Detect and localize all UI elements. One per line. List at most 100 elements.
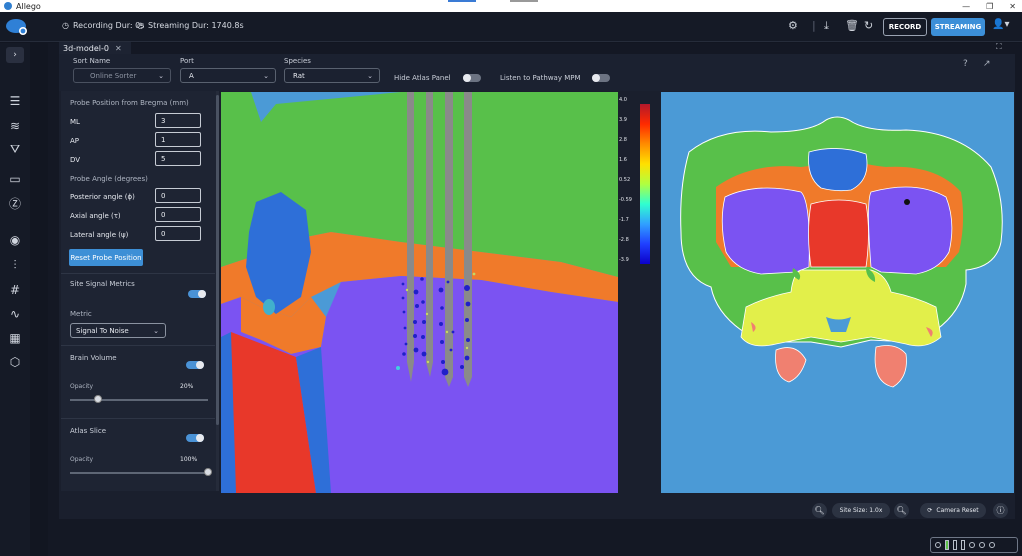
zoom-in-button[interactable]: 🔍︎ (894, 503, 909, 518)
streaming-button[interactable]: STREAMING (931, 18, 985, 36)
atlas-slice-toggle[interactable] (186, 434, 204, 442)
section-divider (61, 418, 215, 419)
opacity-label: Opacity (70, 383, 94, 390)
posterior-angle-input[interactable]: 0 (155, 188, 201, 203)
open-external-icon[interactable]: ↗ (983, 59, 991, 69)
camera-reset-icon: ⟳ (927, 507, 933, 514)
array-grid-icon[interactable]: ▦ (7, 330, 23, 346)
port-select[interactable]: A ⌄ (180, 68, 276, 83)
window-titlebar: Allego — ❐ ✕ (0, 0, 1022, 12)
species-label: Species (284, 57, 311, 65)
hide-atlas-label: Hide Atlas Panel (394, 74, 451, 82)
title-indicator-2 (510, 0, 538, 2)
channel-indicator (953, 540, 957, 550)
clock-icon: ◷ (137, 21, 144, 30)
maximize-panel-icon[interactable]: ⛶ (996, 42, 1002, 52)
dv-label: DV (70, 156, 81, 164)
info-button[interactable]: ⓘ (993, 503, 1008, 518)
impedance-z-icon[interactable]: Ⓩ (7, 195, 23, 211)
ap-input[interactable]: 1 (155, 132, 201, 147)
axial-angle-input[interactable]: 0 (155, 207, 201, 222)
colorbar-tick: 2.8 (619, 137, 627, 143)
tab-3d-model[interactable]: 3d-model-0 ✕ (59, 42, 131, 54)
recording-site-cyan (396, 366, 400, 370)
atlas-striatum-right (868, 186, 953, 275)
expand-sidebar-button[interactable]: › (6, 47, 24, 63)
colorbar-tick: 4.0 (619, 97, 627, 103)
brand-logo-icon (6, 19, 27, 35)
colorbar-tick: -0.59 (619, 197, 632, 203)
top-toolbar: ◷ Recording Dur: 0s ◷ Streaming Dur: 174… (0, 12, 1022, 42)
signal-colorbar (640, 104, 650, 264)
camera-icon[interactable]: ◉ (7, 232, 23, 248)
slider-handle[interactable] (204, 468, 212, 476)
record-button[interactable]: RECORD (883, 18, 927, 36)
camera-reset-text: Camera Reset (936, 507, 979, 514)
recording-duration-text: Recording Dur: 0s (72, 21, 145, 30)
close-window-icon[interactable]: ✕ (1009, 2, 1016, 11)
chevron-down-icon: ⌄ (153, 326, 159, 335)
minimize-icon[interactable]: — (962, 2, 970, 11)
metric-label: Metric (70, 310, 92, 318)
metric-value: Signal To Noise (76, 326, 129, 335)
trash-icon[interactable]: 🗑 (845, 19, 859, 32)
settings-gear-icon[interactable]: ⚙ (788, 19, 798, 32)
tab-label: 3d-model-0 (63, 43, 109, 53)
activity-pulse-icon[interactable]: ∿ (7, 306, 23, 322)
brain-volume-label: Brain Volume (70, 354, 117, 362)
zoom-out-button[interactable]: 🔍︎ (812, 503, 827, 518)
channel-indicator (945, 540, 949, 550)
atlas-slice-viewport[interactable] (661, 92, 1014, 493)
refresh-icon[interactable]: ↻ (864, 19, 873, 32)
ml-input[interactable]: 3 (155, 113, 201, 128)
opacity-label: Opacity (70, 456, 94, 463)
metric-select[interactable]: Signal To Noise ⌄ (70, 323, 166, 338)
slider-handle[interactable] (93, 395, 102, 403)
dv-input[interactable]: 5 (155, 151, 201, 166)
funnel-filter-icon[interactable]: ⛛ (7, 141, 23, 157)
panel-scrollbar[interactable] (216, 91, 219, 491)
streaming-duration-text: Streaming Dur: 1740.8s (147, 21, 244, 30)
3d-cube-icon[interactable]: ⬡ (7, 354, 23, 370)
clock-icon: ◷ (62, 21, 69, 30)
camera-reset-button[interactable]: ⟳ Camera Reset (920, 503, 986, 518)
sort-name-label: Sort Name (73, 57, 111, 65)
help-icon[interactable]: ? (963, 59, 968, 69)
sliders-icon[interactable]: ☰ (7, 93, 23, 109)
lateral-angle-input[interactable]: 0 (155, 226, 201, 241)
signal-filter-icon[interactable]: ≋ (7, 118, 23, 134)
grid-hash-icon[interactable]: # (7, 282, 23, 298)
colorbar-tick: 0.52 (619, 177, 631, 183)
sort-name-select[interactable]: Online Sorter ⌄ (73, 68, 171, 83)
atlas-slice-opacity-slider[interactable] (70, 472, 208, 474)
close-tab-icon[interactable]: ✕ (115, 44, 122, 53)
atlas-striatum-left (721, 187, 810, 275)
opacity-value: 20% (180, 383, 194, 390)
status-dot (989, 542, 995, 548)
user-account-icon[interactable]: 👤▾ (992, 19, 1009, 30)
status-dot (979, 542, 985, 548)
probe-position-title: Probe Position from Bregma (mm) (70, 99, 189, 107)
download-icon[interactable]: ⤓ (824, 19, 829, 33)
restore-icon[interactable]: ❐ (986, 2, 993, 11)
monitor-icon[interactable]: ▭ (7, 171, 23, 187)
brain-volume-opacity-slider[interactable] (70, 399, 208, 401)
3d-brain-viewport[interactable] (221, 92, 618, 493)
lateral-angle-label: Lateral angle (ψ) (70, 231, 129, 239)
port-value: A (189, 71, 194, 80)
site-signal-metrics-toggle[interactable] (188, 290, 206, 298)
port-label: Port (180, 57, 194, 65)
ml-label: ML (70, 118, 80, 126)
listen-pathway-toggle[interactable] (592, 74, 610, 82)
hide-atlas-toggle[interactable] (463, 74, 481, 82)
title-indicator (448, 0, 476, 2)
waveform-icon[interactable]: ⫶ (7, 257, 23, 273)
species-select[interactable]: Rat ⌄ (284, 68, 380, 83)
chevron-down-icon: ⌄ (263, 71, 269, 80)
species-value: Rat (293, 71, 305, 80)
window-title: Allego (16, 1, 41, 11)
site-size-label: Site Size: 1.0x (832, 503, 890, 518)
brain-volume-toggle[interactable] (186, 361, 204, 369)
app-logo-icon (4, 2, 12, 10)
reset-probe-position-button[interactable]: Reset Probe Position (69, 249, 143, 266)
